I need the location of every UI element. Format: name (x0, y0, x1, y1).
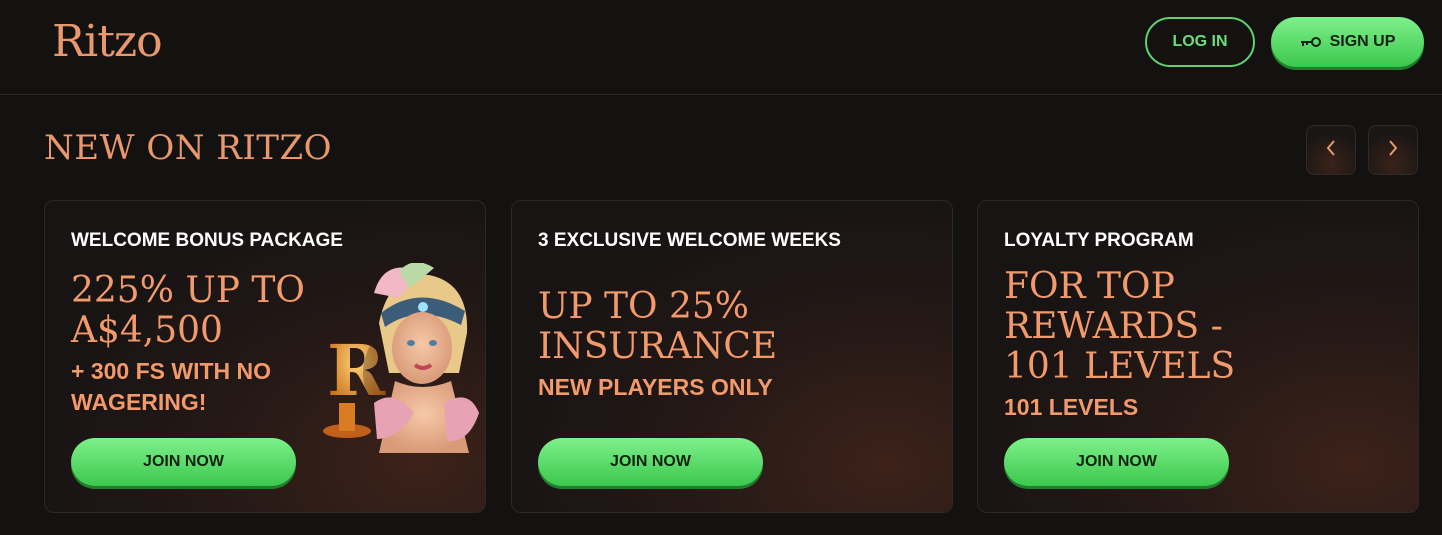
promo-card-loyalty: LOYALTY PROGRAM FOR TOP REWARDS - 101 LE… (977, 200, 1419, 513)
join-now-button[interactable]: JOIN NOW (71, 438, 296, 486)
card-headline: 225% UP TO A$4,500 (71, 270, 305, 351)
chevron-left-icon (1325, 139, 1337, 162)
promo-card-welcome-weeks: 3 EXCLUSIVE WELCOME WEEKS UP TO 25% INSU… (511, 200, 953, 513)
signup-label: SIGN UP (1329, 33, 1396, 50)
top-header: Ritzo LOG IN SIGN UP (0, 0, 1442, 95)
signup-button[interactable]: SIGN UP (1271, 17, 1424, 67)
ritzo-logo[interactable]: Ritzo (52, 16, 163, 67)
card-headline: UP TO 25% INSURANCE (538, 286, 778, 367)
carousel-next-button[interactable] (1368, 125, 1418, 175)
card-subtitle: + 300 FS WITH NO WAGERING! (71, 358, 272, 415)
card-label: LOYALTY PROGRAM (1004, 230, 1194, 251)
showgirl-illustration: R (319, 262, 479, 453)
section-title: NEW ON RITZO (44, 128, 332, 168)
card-headline: FOR TOP REWARDS - 101 LEVELS (1004, 266, 1236, 387)
chevron-right-icon (1387, 139, 1399, 162)
card-label: WELCOME BONUS PACKAGE (71, 230, 343, 251)
carousel-prev-button[interactable] (1306, 125, 1356, 175)
card-label: 3 EXCLUSIVE WELCOME WEEKS (538, 230, 841, 251)
card-subtitle: NEW PLAYERS ONLY (538, 374, 773, 400)
join-now-button[interactable]: JOIN NOW (538, 438, 763, 486)
card-subtitle: 101 LEVELS (1004, 394, 1139, 420)
login-button[interactable]: LOG IN (1145, 17, 1255, 67)
key-icon (1300, 36, 1322, 48)
promo-card-welcome-bonus: WELCOME BONUS PACKAGE 225% UP TO A$4,500… (44, 200, 486, 513)
join-now-button[interactable]: JOIN NOW (1004, 438, 1229, 486)
